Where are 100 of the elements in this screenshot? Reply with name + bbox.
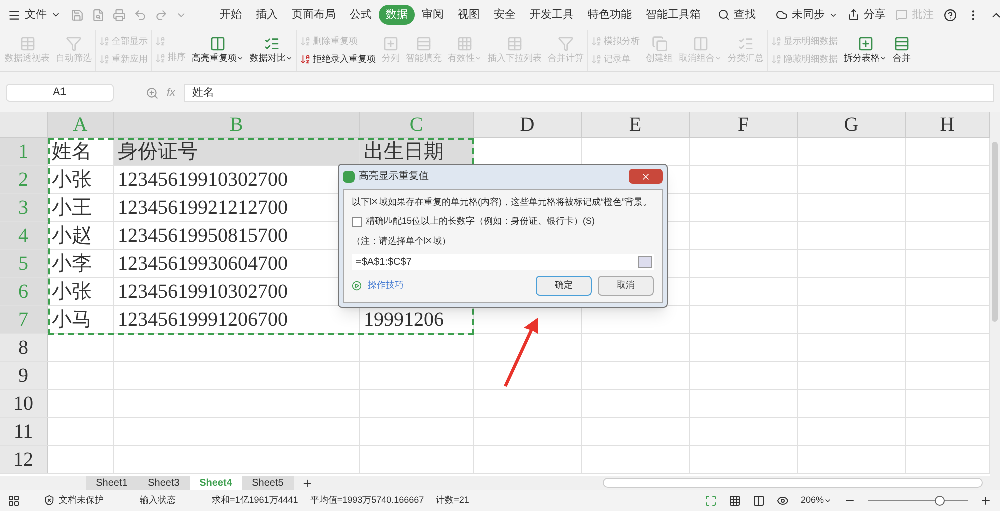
ribbon-icon <box>300 36 311 48</box>
tips-icon <box>352 281 362 291</box>
caret-icon <box>715 55 722 62</box>
zoom-in-icon[interactable] <box>980 494 992 506</box>
ribbon-icon <box>771 54 782 65</box>
ribbon-icon <box>99 36 110 48</box>
search-button[interactable]: 查找 <box>718 6 756 24</box>
save-icon[interactable] <box>71 8 84 22</box>
ribbon-tab[interactable]: 审阅 <box>415 4 451 26</box>
table-cell-text: 小马 <box>52 308 92 332</box>
range-field[interactable]: =$A$1:$C$7 <box>352 254 654 270</box>
row-header[interactable]: 9 <box>0 362 48 389</box>
layout-icon[interactable] <box>8 494 20 506</box>
table-cell-text: 12345619950815700 <box>118 224 288 248</box>
ribbon-icon <box>771 36 782 48</box>
cell-name-box[interactable]: A1 <box>6 84 114 102</box>
row-header[interactable]: 10 <box>0 390 48 417</box>
ribbon-button[interactable]: 合并 <box>890 30 914 71</box>
add-sheet-icon[interactable] <box>302 478 313 488</box>
ribbon-tab[interactable]: 页面布局 <box>285 4 343 26</box>
range-picker-icon[interactable] <box>638 256 652 268</box>
preview-icon[interactable] <box>92 8 105 22</box>
table-cell-text: 19991206 <box>364 308 444 332</box>
sync-button[interactable]: 未同步 <box>776 6 838 24</box>
zoom-dropdown[interactable]: 206% <box>800 494 832 508</box>
checkbox[interactable] <box>352 216 362 227</box>
ribbon-icon <box>738 36 754 52</box>
table-cell-text: 12345619991206700 <box>118 308 288 332</box>
ribbon-icon <box>20 36 36 52</box>
note-text: （注：请选择单个区域） <box>352 234 452 248</box>
average-value: 平均值=1993万5740.166667 <box>310 494 424 507</box>
share-button[interactable]: 分享 <box>848 6 886 24</box>
sheet-tab[interactable]: Sheet5 <box>242 476 294 490</box>
print-icon[interactable] <box>113 8 126 22</box>
ribbon-icon <box>858 36 874 52</box>
ribbon-tab[interactable]: 公式 <box>343 4 379 26</box>
column-header[interactable]: F <box>690 112 798 137</box>
ribbon-icon <box>99 54 110 65</box>
menu-icon <box>8 8 21 22</box>
zoom-icon[interactable] <box>146 86 159 100</box>
caret-icon <box>880 55 887 62</box>
dialog-message: 以下区域如果存在重复的单元格(内容)，这些单元格将被标记成“橙色”背景。 <box>352 196 653 209</box>
formula-field[interactable]: 姓名 <box>184 84 994 102</box>
ribbon-icon <box>457 36 473 52</box>
ribbon-tab[interactable]: 安全 <box>487 4 523 26</box>
ribbon-small-button[interactable]: 拒绝录入重复项 <box>300 52 376 66</box>
row-header[interactable]: 11 <box>0 418 48 445</box>
row-header[interactable]: 12 <box>0 446 48 473</box>
undo-icon[interactable] <box>134 8 147 22</box>
normal-view-icon[interactable] <box>728 494 741 506</box>
table-cell-text: 12345619921212700 <box>118 196 288 220</box>
ribbon-button[interactable]: 数据对比 <box>247 30 296 71</box>
column-header[interactable]: G <box>798 112 906 137</box>
ribbon-icon <box>264 36 280 52</box>
eye-icon[interactable] <box>776 494 789 506</box>
sheet-tab[interactable]: Sheet3 <box>138 476 190 490</box>
zoom-slider[interactable] <box>868 496 968 506</box>
ribbon-tab[interactable]: 插入 <box>249 4 285 26</box>
ribbon-icon <box>652 36 668 52</box>
ribbon-button[interactable]: 拆分表格 <box>841 30 890 71</box>
table-cell-text: 小王 <box>52 196 92 220</box>
ribbon-tab[interactable]: 智能工具箱 <box>639 4 708 26</box>
tips-link[interactable]: 操作技巧 <box>368 279 404 293</box>
dialog-title: 高亮显示重复值 <box>359 170 429 184</box>
ribbon-icon <box>416 36 432 52</box>
ribbon-button[interactable]: 高亮重复项 <box>189 30 247 71</box>
redo-icon[interactable] <box>155 8 168 22</box>
cancel-button[interactable]: 取消 <box>598 276 654 296</box>
input-mode: 输入状态 <box>140 494 176 507</box>
protection-icon <box>44 495 55 506</box>
fx-label: fx <box>167 86 176 101</box>
sheet-tab[interactable]: Sheet1 <box>86 476 138 490</box>
column-header[interactable]: D <box>474 112 582 137</box>
slider-thumb[interactable] <box>935 496 945 506</box>
ribbon-tab[interactable]: 开发工具 <box>523 4 581 26</box>
ok-button[interactable]: 确定 <box>536 276 592 296</box>
cloud-icon <box>776 9 788 21</box>
table-cell-text: 小张 <box>52 168 92 192</box>
file-menu[interactable]: 文件 <box>8 6 61 24</box>
close-button[interactable] <box>629 169 663 184</box>
ribbon-tab[interactable]: 特色功能 <box>581 4 639 26</box>
ribbon-icon <box>300 54 311 65</box>
ribbon-icon <box>558 36 574 52</box>
page-break-icon[interactable] <box>752 494 765 506</box>
fullscreen-icon[interactable] <box>704 494 717 506</box>
ribbon-icon <box>155 52 166 64</box>
ribbon-icon <box>591 36 602 48</box>
ribbon-tab[interactable]: 视图 <box>451 4 487 26</box>
horizontal-scrollbar[interactable] <box>603 478 983 488</box>
table-cell-text: 小赵 <box>52 224 92 248</box>
table-cell-text: 12345619910302700 <box>118 168 288 192</box>
search-icon <box>718 9 730 21</box>
ribbon-tab[interactable]: 开始 <box>213 4 249 26</box>
ribbon-icon <box>66 36 82 52</box>
column-header[interactable]: E <box>582 112 690 137</box>
help-icon[interactable] <box>944 8 957 22</box>
comment-icon <box>896 9 908 21</box>
row-header[interactable]: 8 <box>0 334 48 361</box>
table-cell-text: 身份证号 <box>118 140 198 164</box>
ribbon-icon <box>383 36 399 52</box>
